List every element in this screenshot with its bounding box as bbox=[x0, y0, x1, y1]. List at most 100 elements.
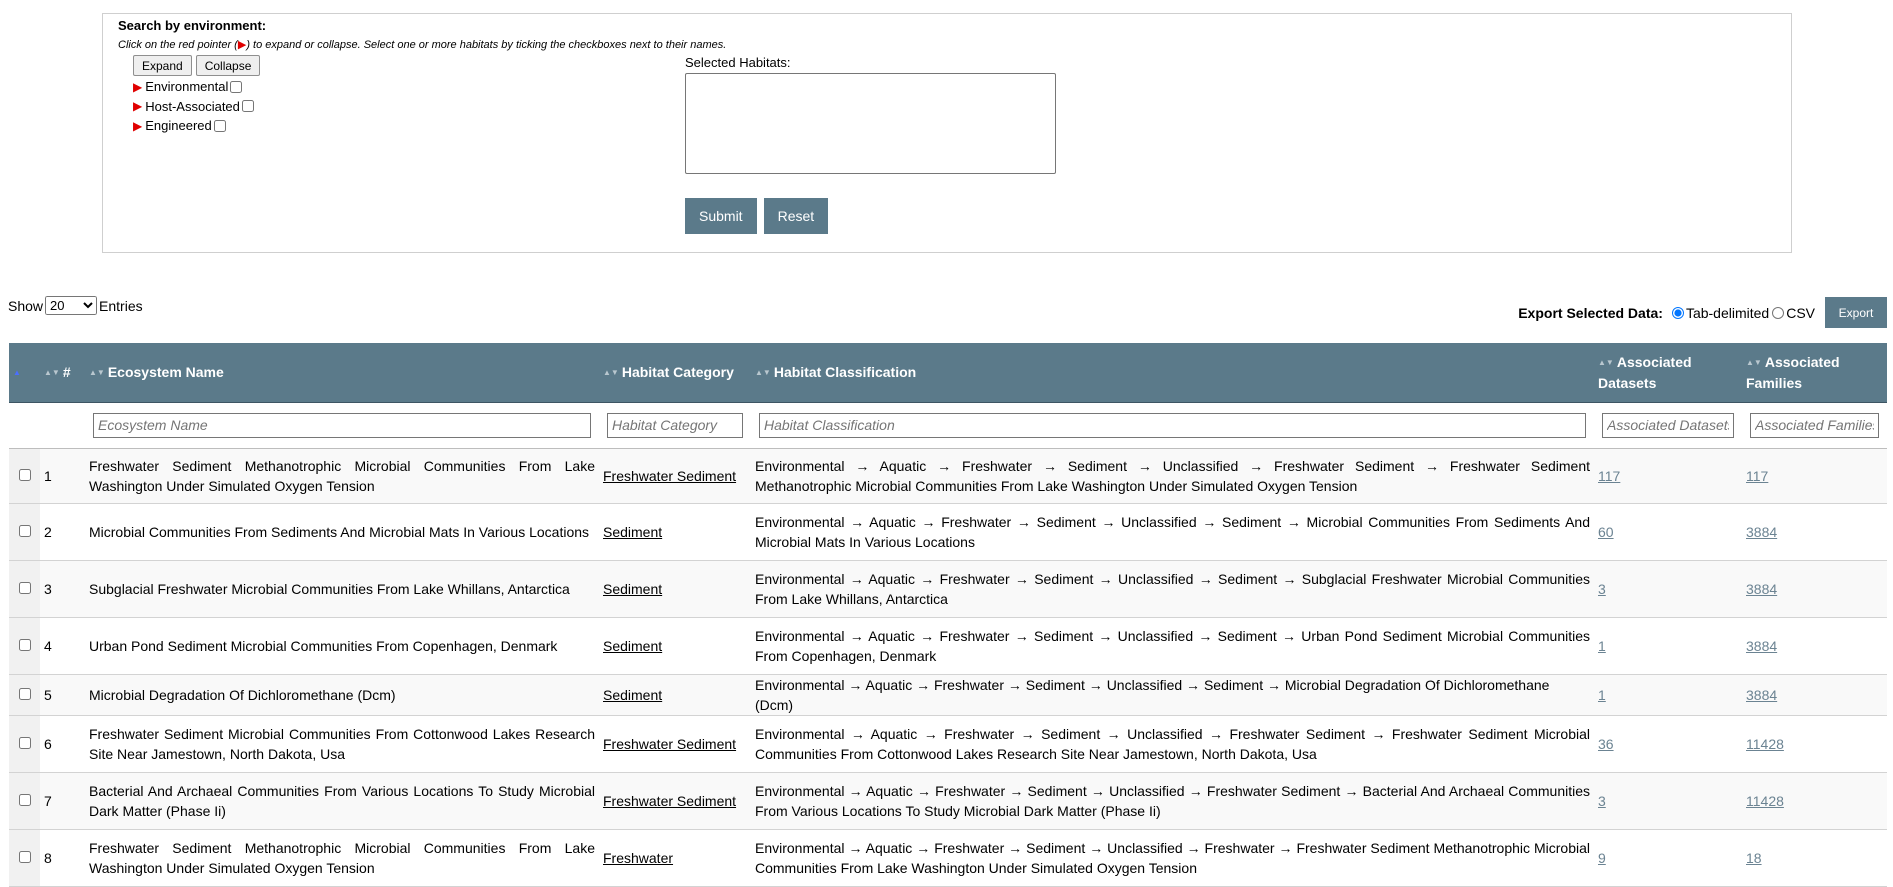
habitat-category-link[interactable]: Sediment bbox=[603, 638, 662, 654]
tree-item-environmental: ▶ Environmental bbox=[133, 77, 254, 97]
habitat-checkbox-host-associated[interactable] bbox=[241, 100, 254, 113]
families-link[interactable]: 18 bbox=[1746, 850, 1762, 866]
filter-ecosystem-input[interactable] bbox=[93, 412, 591, 438]
datasets-cell: 117 bbox=[1594, 448, 1742, 504]
tree-item-label: Environmental bbox=[145, 79, 229, 95]
families-link[interactable]: 11428 bbox=[1746, 736, 1784, 752]
header-label: Habitat Category bbox=[621, 363, 734, 380]
filter-category-input[interactable] bbox=[607, 412, 743, 438]
search-title: Search by environment: bbox=[118, 18, 267, 33]
families-cell: 3884 bbox=[1742, 674, 1887, 716]
datasets-cell: 9 bbox=[1594, 829, 1742, 887]
row-number: 5 bbox=[40, 674, 85, 716]
datasets-link[interactable]: 1 bbox=[1598, 638, 1606, 654]
habitat-checkbox-environmental[interactable] bbox=[230, 80, 243, 93]
row-checkbox[interactable] bbox=[18, 638, 31, 651]
entries-control: Show 20 Entries bbox=[8, 296, 143, 315]
column-header-datasets[interactable]: ▲▼ Associated Datasets bbox=[1594, 343, 1742, 403]
filter-classification-input[interactable] bbox=[759, 412, 1586, 438]
habitat-category-link[interactable]: Freshwater Sediment bbox=[603, 468, 736, 484]
datasets-link[interactable]: 117 bbox=[1598, 468, 1620, 484]
table-row: 1 Freshwater Sediment Methanotrophic Mic… bbox=[9, 448, 1887, 504]
families-link[interactable]: 3884 bbox=[1746, 687, 1777, 703]
habitat-category-cell: Sediment bbox=[599, 560, 751, 618]
datasets-cell: 3 bbox=[1594, 772, 1742, 830]
datasets-link[interactable]: 36 bbox=[1598, 736, 1614, 752]
expand-pointer-icon[interactable]: ▶ bbox=[133, 99, 142, 113]
ecosystem-table: ▲ ▲▼ # ▲▼ Ecosystem Name ▲▼ Habitat Categor… bbox=[9, 343, 1887, 887]
habitat-category-link[interactable]: Sediment bbox=[603, 687, 662, 703]
expand-pointer-icon[interactable]: ▶ bbox=[133, 80, 142, 94]
filter-cell bbox=[599, 402, 751, 449]
select-all-header[interactable]: ▲ bbox=[9, 343, 40, 403]
habitat-classification: Environmental → Aquatic → Freshwater → S… bbox=[751, 715, 1594, 773]
submit-button[interactable]: Submit bbox=[685, 198, 757, 234]
datasets-link[interactable]: 3 bbox=[1598, 581, 1606, 597]
entries-label: Entries bbox=[99, 297, 143, 314]
families-link[interactable]: 3884 bbox=[1746, 524, 1777, 540]
expand-button[interactable]: Expand bbox=[133, 55, 192, 76]
row-select-cell bbox=[9, 448, 40, 504]
selected-habitats-field[interactable] bbox=[685, 73, 1056, 174]
filter-cell bbox=[751, 402, 1594, 449]
column-header-families[interactable]: ▲▼ Associated Families bbox=[1742, 343, 1887, 403]
row-checkbox[interactable] bbox=[18, 468, 31, 481]
families-link[interactable]: 11428 bbox=[1746, 793, 1784, 809]
datasets-link[interactable]: 9 bbox=[1598, 850, 1606, 866]
habitat-category-cell: Freshwater Sediment bbox=[599, 448, 751, 504]
reset-button[interactable]: Reset bbox=[763, 198, 829, 234]
habitat-checkbox-engineered[interactable] bbox=[213, 119, 226, 132]
habitat-category-cell: Sediment bbox=[599, 674, 751, 716]
habitat-category-cell: Freshwater Sediment bbox=[599, 772, 751, 830]
filter-cell-empty bbox=[9, 402, 40, 449]
table-row: 8 Freshwater Sediment Methanotrophic Mic… bbox=[9, 829, 1887, 887]
entries-select[interactable]: 20 bbox=[45, 296, 98, 315]
filter-families-input[interactable] bbox=[1750, 412, 1879, 438]
column-header-classification[interactable]: ▲▼ Habitat Classification bbox=[751, 343, 1594, 403]
tree-item-host-associated: ▶ Host-Associated bbox=[133, 97, 254, 117]
environment-search-panel: Search by environment: Click on the red … bbox=[102, 13, 1792, 253]
table-row: 5 Microbial Degradation Of Dichlorometha… bbox=[9, 674, 1887, 716]
datasets-link[interactable]: 3 bbox=[1598, 793, 1606, 809]
row-number: 6 bbox=[40, 715, 85, 773]
datasets-link[interactable]: 60 bbox=[1598, 524, 1614, 540]
families-link[interactable]: 3884 bbox=[1746, 581, 1777, 597]
tree-item-label: Host-Associated bbox=[145, 98, 240, 114]
filter-cell bbox=[1594, 402, 1742, 449]
habitat-category-link[interactable]: Freshwater Sediment bbox=[603, 736, 736, 752]
sort-icon: ▲▼ bbox=[1746, 357, 1762, 367]
datasets-link[interactable]: 1 bbox=[1598, 687, 1606, 703]
filter-cell bbox=[85, 402, 599, 449]
row-checkbox[interactable] bbox=[18, 687, 31, 700]
sort-icon: ▲▼ bbox=[44, 367, 60, 377]
families-link[interactable]: 117 bbox=[1746, 468, 1768, 484]
habitat-category-link[interactable]: Sediment bbox=[603, 524, 662, 540]
families-link[interactable]: 3884 bbox=[1746, 638, 1777, 654]
habitat-category-cell: Sediment bbox=[599, 617, 751, 675]
column-header-category[interactable]: ▲▼ Habitat Category bbox=[599, 343, 751, 403]
sort-asc-icon[interactable]: ▲ bbox=[13, 368, 21, 377]
row-checkbox[interactable] bbox=[18, 581, 31, 594]
filter-datasets-input[interactable] bbox=[1602, 412, 1734, 438]
habitat-tree: ▶ Environmental ▶ Host-Associated ▶ Engi… bbox=[133, 77, 254, 136]
families-cell: 3884 bbox=[1742, 617, 1887, 675]
row-checkbox[interactable] bbox=[18, 793, 31, 806]
row-select-cell bbox=[9, 772, 40, 830]
row-checkbox[interactable] bbox=[18, 736, 31, 749]
habitat-category-link[interactable]: Freshwater bbox=[603, 850, 673, 866]
row-select-cell bbox=[9, 829, 40, 887]
families-cell: 117 bbox=[1742, 448, 1887, 504]
ecosystem-name: Freshwater Sediment Microbial Communitie… bbox=[85, 715, 599, 773]
expand-pointer-icon[interactable]: ▶ bbox=[133, 119, 142, 133]
tab-delimited-radio[interactable] bbox=[1671, 306, 1684, 319]
row-checkbox[interactable] bbox=[18, 850, 31, 863]
export-button[interactable]: Export bbox=[1825, 297, 1887, 328]
ecosystem-name: Urban Pond Sediment Microbial Communitie… bbox=[85, 617, 599, 675]
csv-radio[interactable] bbox=[1772, 306, 1785, 319]
column-header-num[interactable]: ▲▼ # bbox=[40, 343, 85, 403]
collapse-button[interactable]: Collapse bbox=[195, 55, 261, 76]
habitat-category-link[interactable]: Freshwater Sediment bbox=[603, 793, 736, 809]
row-checkbox[interactable] bbox=[18, 524, 31, 537]
habitat-category-link[interactable]: Sediment bbox=[603, 581, 662, 597]
column-header-ecosystem[interactable]: ▲▼ Ecosystem Name bbox=[85, 343, 599, 403]
